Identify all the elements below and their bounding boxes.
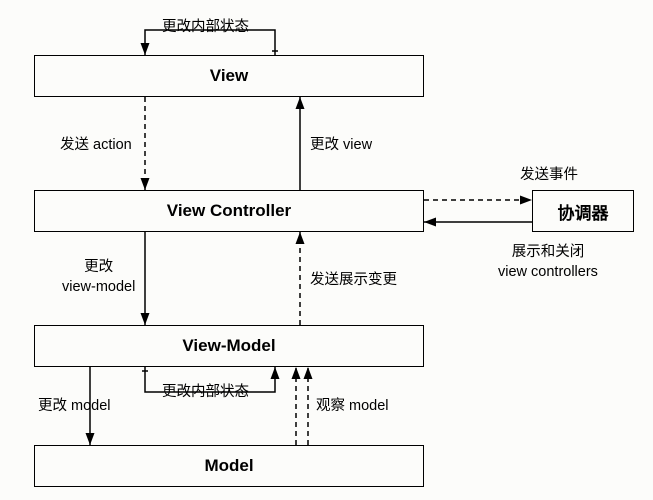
view-model-box: View-Model xyxy=(34,325,424,367)
coordinator-box-label: 协调器 xyxy=(558,199,609,224)
view-controller-box-label: View Controller xyxy=(167,201,291,221)
label-change-view: 更改 view xyxy=(310,136,372,156)
label-send-event: 发送事件 xyxy=(520,166,578,186)
label-view-self: 更改内部状态 xyxy=(162,18,249,38)
label-send-action: 发送 action xyxy=(60,136,132,156)
coordinator-box: 协调器 xyxy=(532,190,634,232)
model-box-label: Model xyxy=(204,456,253,476)
label-observe-model: 观察 model xyxy=(316,397,389,417)
label-change-model: 更改 model xyxy=(38,397,111,417)
view-model-box-label: View-Model xyxy=(182,336,275,356)
label-change-viewmodel: 更改 view-model xyxy=(62,258,135,297)
label-vm-self: 更改内部状态 xyxy=(162,383,249,403)
label-send-display-change: 发送展示变更 xyxy=(310,271,397,291)
view-box: View xyxy=(34,55,424,97)
label-show-close: 展示和关闭 view controllers xyxy=(498,243,598,282)
view-controller-box: View Controller xyxy=(34,190,424,232)
view-box-label: View xyxy=(210,66,248,86)
model-box: Model xyxy=(34,445,424,487)
